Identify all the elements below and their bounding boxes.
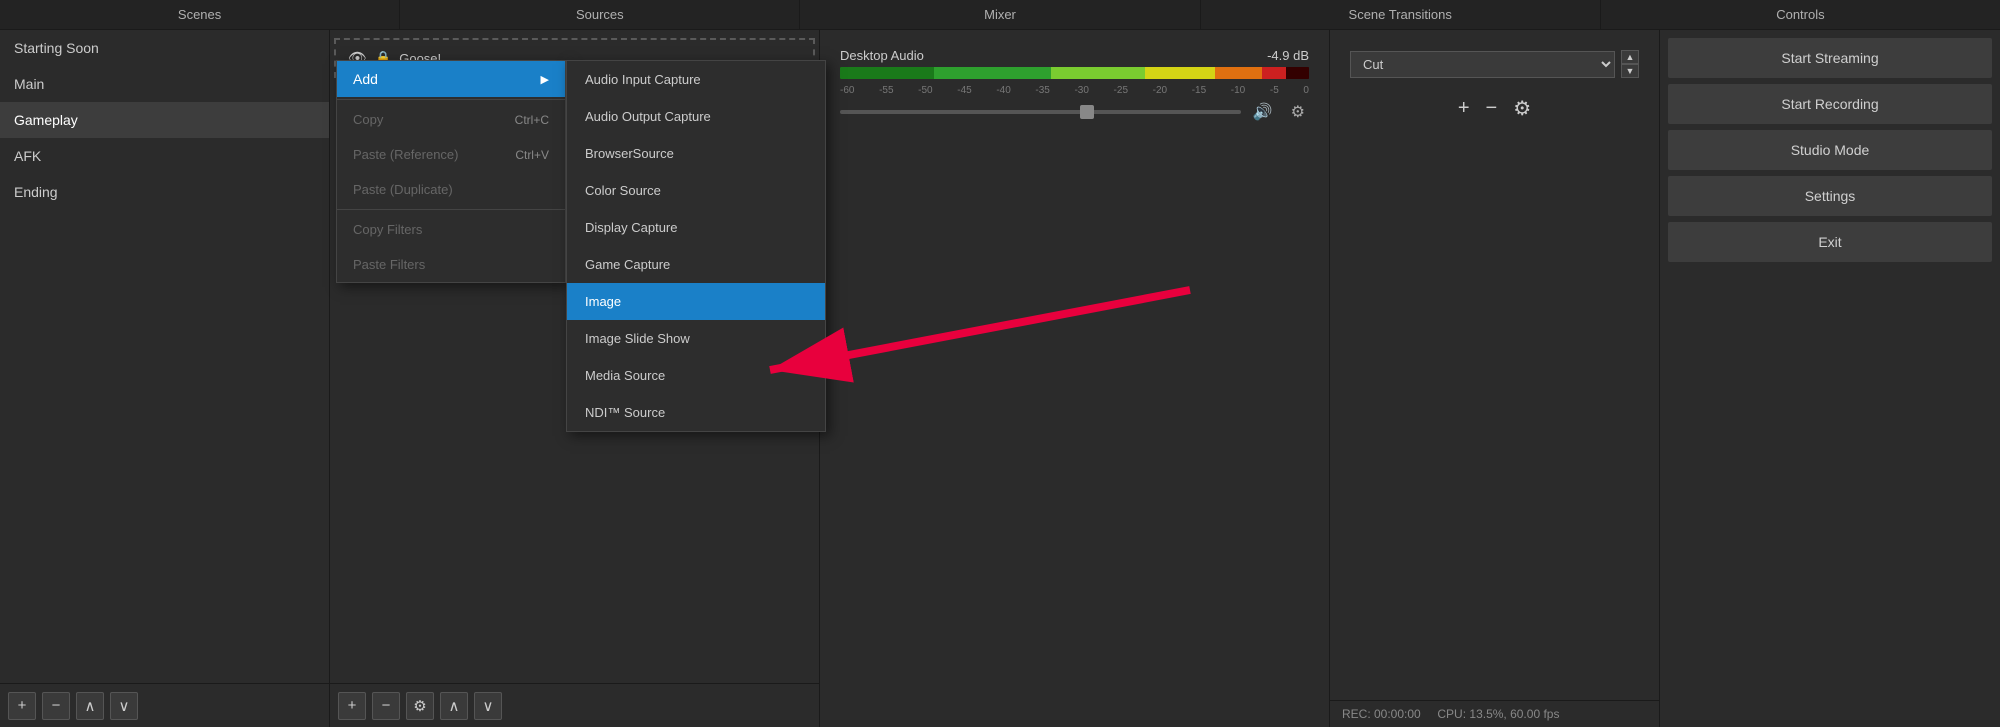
remove-scene-button[interactable]: −	[42, 692, 70, 720]
add-transition-button[interactable]: +	[1458, 97, 1470, 120]
audio-settings-button[interactable]: ⚙	[1287, 100, 1309, 124]
context-menu-paste-dup[interactable]: Paste (Duplicate)	[337, 172, 565, 207]
scene-item-starting-soon[interactable]: Starting Soon	[0, 30, 329, 66]
context-menu-sep1	[337, 99, 565, 100]
start-recording-button[interactable]: Start Recording	[1668, 84, 1992, 124]
source-image-slideshow[interactable]: Image Slide Show	[567, 320, 825, 357]
db-value: -4.9 dB	[1267, 48, 1309, 63]
main-row: Starting Soon Main Gameplay AFK Ending +…	[0, 30, 2000, 727]
context-menu-copy[interactable]: Copy Ctrl+C	[337, 102, 565, 137]
source-ndi[interactable]: NDI™ Source	[567, 394, 825, 431]
transition-up-arrow[interactable]: ▲	[1621, 50, 1639, 64]
controls-panel: Start Streaming Start Recording Studio M…	[1660, 30, 2000, 727]
scenes-panel: Starting Soon Main Gameplay AFK Ending +…	[0, 30, 330, 727]
mute-button[interactable]: 🔊	[1249, 100, 1277, 124]
move-source-up-button[interactable]: ∧	[440, 692, 468, 720]
mixer-panel: Desktop Audio -4.9 dB	[820, 30, 1330, 727]
scene-item-afk[interactable]: AFK	[0, 138, 329, 174]
scene-item-ending[interactable]: Ending	[0, 174, 329, 210]
context-menu: Add ▶ Copy Ctrl+C Paste (Reference) Ctrl…	[336, 60, 566, 283]
level-bar	[840, 67, 1309, 79]
sources-header: Sources	[400, 0, 800, 29]
add-scene-button[interactable]: +	[8, 692, 36, 720]
track-label: Desktop Audio	[840, 48, 924, 63]
transition-buttons-row: + − ⚙	[1338, 90, 1651, 127]
submenu-arrow-icon: ▶	[541, 73, 549, 86]
source-audio-output[interactable]: Audio Output Capture	[567, 98, 825, 135]
start-streaming-button[interactable]: Start Streaming	[1668, 38, 1992, 78]
remove-source-button[interactable]: −	[372, 692, 400, 720]
source-game-capture[interactable]: Game Capture	[567, 246, 825, 283]
transitions-panel: Cut ▲ ▼ + − ⚙ REC: 00:00:00 CPU: 13.5%, …	[1330, 30, 1660, 727]
studio-mode-button[interactable]: Studio Mode	[1668, 130, 1992, 170]
header-row: Scenes Sources Mixer Scene Transitions C…	[0, 0, 2000, 30]
transition-select-row: Cut ▲ ▼	[1338, 38, 1651, 90]
context-menu-paste-ref[interactable]: Paste (Reference) Ctrl+V	[337, 137, 565, 172]
add-source-button[interactable]: +	[338, 692, 366, 720]
exit-button[interactable]: Exit	[1668, 222, 1992, 262]
mixer-track-header: Desktop Audio -4.9 dB	[840, 48, 1309, 63]
move-scene-down-button[interactable]: ∨	[110, 692, 138, 720]
source-media[interactable]: Media Source	[567, 357, 825, 394]
source-audio-input[interactable]: Audio Input Capture	[567, 61, 825, 98]
fader-thumb[interactable]	[1080, 105, 1094, 119]
add-sources-submenu: Audio Input Capture Audio Output Capture…	[566, 60, 826, 432]
settings-button[interactable]: Settings	[1668, 176, 1992, 216]
fader-row: 🔊 ⚙	[840, 100, 1309, 124]
level-meter	[840, 67, 1309, 79]
context-menu-copy-filters[interactable]: Copy Filters	[337, 212, 565, 247]
scenes-header: Scenes	[0, 0, 400, 29]
mixer-icons: 🔊 ⚙	[1249, 100, 1309, 124]
remove-transition-button[interactable]: −	[1486, 97, 1498, 120]
source-display-capture[interactable]: Display Capture	[567, 209, 825, 246]
scene-item-main[interactable]: Main	[0, 66, 329, 102]
move-scene-up-button[interactable]: ∧	[76, 692, 104, 720]
mixer-header: Mixer	[800, 0, 1200, 29]
mixer-track-desktop: Desktop Audio -4.9 dB	[828, 40, 1321, 132]
source-color[interactable]: Color Source	[567, 172, 825, 209]
transition-config-button[interactable]: ⚙	[1513, 96, 1531, 121]
rec-status: REC: 00:00:00	[1342, 707, 1421, 721]
scene-item-gameplay[interactable]: Gameplay	[0, 102, 329, 138]
context-menu-sep2	[337, 209, 565, 210]
sources-toolbar: + − ⚙ ∧ ∨	[330, 683, 819, 727]
transition-down-arrow[interactable]: ▼	[1621, 64, 1639, 78]
cpu-status: CPU: 13.5%, 60.00 fps	[1437, 707, 1559, 721]
transition-select[interactable]: Cut	[1350, 51, 1615, 78]
context-menu-add[interactable]: Add ▶	[337, 61, 565, 97]
transition-arrows: ▲ ▼	[1621, 50, 1639, 78]
move-source-down-button[interactable]: ∨	[474, 692, 502, 720]
source-image[interactable]: Image	[567, 283, 825, 320]
controls-header: Controls	[1601, 0, 2000, 29]
context-menu-paste-filters[interactable]: Paste Filters	[337, 247, 565, 282]
source-browser[interactable]: BrowserSource	[567, 135, 825, 172]
source-settings-button[interactable]: ⚙	[406, 692, 434, 720]
fader-track[interactable]	[840, 110, 1241, 114]
transitions-header: Scene Transitions	[1201, 0, 1601, 29]
scenes-toolbar: + − ∧ ∨	[0, 683, 329, 727]
